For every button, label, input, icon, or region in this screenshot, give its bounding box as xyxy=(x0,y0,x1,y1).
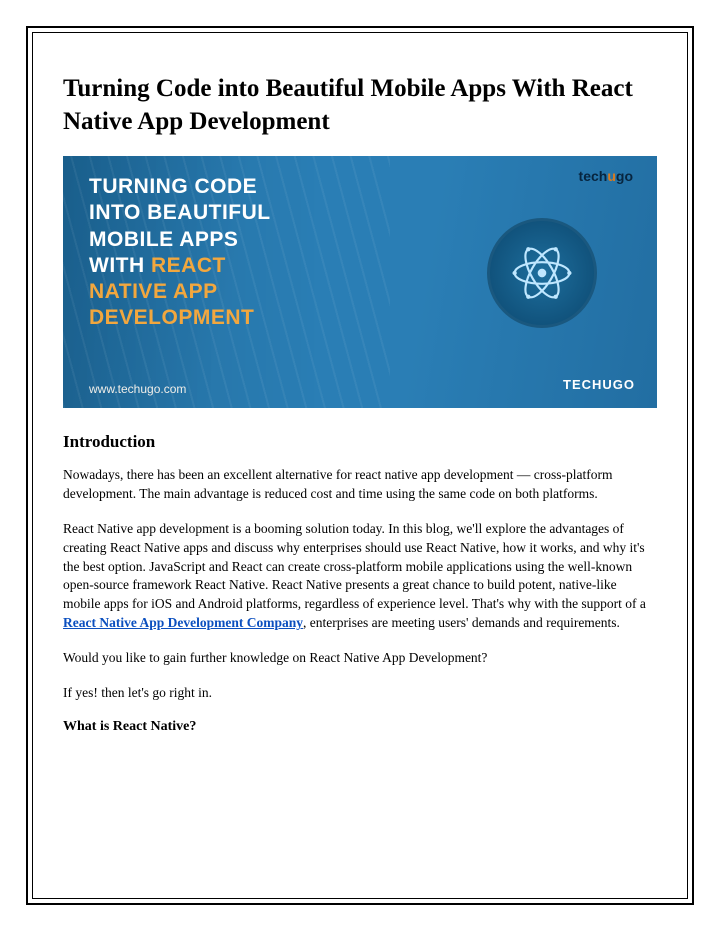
techugo-logo: techugo xyxy=(579,168,633,184)
logo-text-u: u xyxy=(607,168,616,184)
page-outer-frame: Turning Code into Beautiful Mobile Apps … xyxy=(0,0,720,931)
paragraph: React Native app development is a boomin… xyxy=(63,520,657,633)
paragraph-text: React Native app development is a boomin… xyxy=(63,521,646,612)
banner-word-orange: REACT xyxy=(151,254,226,277)
react-atom-icon xyxy=(506,237,578,309)
banner-headline: TURNING CODE INTO BEAUTIFUL MOBILE APPS … xyxy=(89,174,271,332)
hero-banner: TURNING CODE INTO BEAUTIFUL MOBILE APPS … xyxy=(63,156,657,408)
paragraph-text: , enterprises are meeting users' demands… xyxy=(303,615,620,630)
paragraph: Would you like to gain further knowledge… xyxy=(63,649,657,668)
banner-brand-name: TECHUGO xyxy=(563,377,635,392)
banner-line: INTO BEAUTIFUL xyxy=(89,200,271,226)
section-heading-what-is: What is React Native? xyxy=(63,719,657,735)
logo-text-post: go xyxy=(616,168,633,184)
logo-text-pre: tech xyxy=(579,168,608,184)
banner-word-white: WITH xyxy=(89,254,145,277)
react-logo-badge xyxy=(487,218,597,328)
banner-line: TURNING CODE xyxy=(89,174,271,200)
page-title: Turning Code into Beautiful Mobile Apps … xyxy=(63,73,657,138)
banner-line: DEVELOPMENT xyxy=(89,305,271,331)
page-border-outer: Turning Code into Beautiful Mobile Apps … xyxy=(26,26,694,905)
banner-line: WITH REACT xyxy=(89,254,226,277)
paragraph: If yes! then let's go right in. xyxy=(63,684,657,703)
banner-line: MOBILE APPS xyxy=(89,227,271,253)
page-border-inner: Turning Code into Beautiful Mobile Apps … xyxy=(32,32,688,899)
banner-url: www.techugo.com xyxy=(89,382,186,396)
paragraph: Nowadays, there has been an excellent al… xyxy=(63,466,657,504)
react-native-company-link[interactable]: React Native App Development Company xyxy=(63,615,303,630)
section-heading-intro: Introduction xyxy=(63,432,657,452)
banner-line: NATIVE APP xyxy=(89,279,271,305)
